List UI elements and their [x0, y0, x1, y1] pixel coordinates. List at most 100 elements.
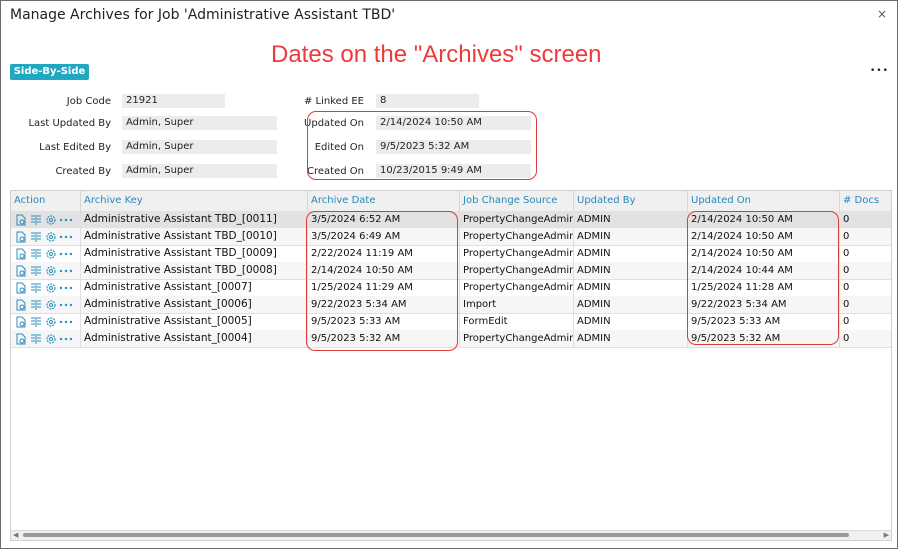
table-row[interactable]: Administrative Assistant_[0005] 9/5/2023 … — [11, 313, 891, 331]
horizontal-scrollbar[interactable]: ◀ ▶ — [11, 530, 891, 540]
cell-archive-date: 3/5/2024 6:49 AM — [308, 228, 460, 245]
view-icon[interactable] — [14, 264, 28, 278]
more-icon[interactable] — [59, 213, 73, 227]
updated-on-value: 2/14/2024 10:50 AM — [376, 116, 531, 130]
created-by-label: Created By — [55, 166, 111, 177]
edited-on-value: 9/5/2023 5:32 AM — [376, 140, 531, 154]
cell-action — [11, 245, 81, 262]
cell-action — [11, 211, 81, 228]
edited-on-label: Edited On — [314, 142, 364, 153]
view-icon[interactable] — [14, 213, 28, 227]
col-archive-key[interactable]: Archive Key — [81, 191, 308, 211]
cell-updated-by: ADMIN — [574, 211, 688, 228]
cell-archive-key: Administrative Assistant TBD_[0011] — [81, 211, 308, 228]
cell-action — [11, 330, 81, 347]
settings-icon[interactable] — [44, 230, 58, 244]
last-updated-by-label: Last Updated By — [28, 118, 111, 129]
cell-archive-key: Administrative Assistant TBD_[0008] — [81, 262, 308, 279]
cell-archive-key: Administrative Assistant TBD_[0009] — [81, 245, 308, 262]
compare-icon[interactable] — [29, 247, 43, 261]
compare-icon[interactable] — [29, 315, 43, 329]
settings-icon[interactable] — [44, 247, 58, 261]
cell-updated-by: ADMIN — [574, 330, 688, 347]
compare-icon[interactable] — [29, 281, 43, 295]
view-icon[interactable] — [14, 230, 28, 244]
view-icon[interactable] — [14, 315, 28, 329]
dialog-title: Manage Archives for Job 'Administrative … — [10, 7, 396, 23]
more-icon[interactable] — [59, 230, 73, 244]
settings-icon[interactable] — [44, 298, 58, 312]
settings-icon[interactable] — [44, 264, 58, 278]
cell-job-change-source: FormEdit — [460, 313, 574, 330]
cell-updated-by: ADMIN — [574, 279, 688, 296]
col-updated-by[interactable]: Updated By — [574, 191, 688, 211]
compare-icon[interactable] — [29, 230, 43, 244]
more-icon[interactable] — [59, 332, 73, 346]
cell-archive-date: 9/22/2023 5:34 AM — [308, 296, 460, 313]
side-by-side-button[interactable]: Side-By-Side — [10, 64, 89, 80]
col-action[interactable]: Action — [11, 191, 81, 211]
col-job-change-source[interactable]: Job Change Source — [460, 191, 574, 211]
cell-action — [11, 262, 81, 279]
cell-docs: 0 — [843, 299, 850, 310]
job-code-label: Job Code — [66, 96, 111, 107]
more-options-icon[interactable]: ••• — [870, 67, 889, 76]
cell-job-change-source: PropertyChangeAdmin — [460, 228, 574, 245]
cell-docs: 0 — [843, 333, 850, 344]
last-updated-by-value: Admin, Super — [122, 116, 277, 130]
cell-archive-date: 1/25/2024 11:29 AM — [308, 279, 460, 296]
settings-icon[interactable] — [44, 332, 58, 346]
view-icon[interactable] — [14, 332, 28, 346]
more-icon[interactable] — [59, 281, 73, 295]
cell-updated-on: 2/14/2024 10:50 AM — [688, 228, 840, 245]
cell-archive-date: 2/14/2024 10:50 AM — [308, 262, 460, 279]
table-row[interactable]: Administrative Assistant TBD_[0011] 3/5/2… — [11, 211, 891, 229]
table-row[interactable]: Administrative Assistant_[0004] 9/5/2023 … — [11, 330, 891, 348]
scroll-right-icon[interactable]: ▶ — [884, 531, 889, 540]
cell-archive-date: 3/5/2024 6:52 AM — [308, 211, 460, 228]
more-icon[interactable] — [59, 298, 73, 312]
compare-icon[interactable] — [29, 213, 43, 227]
grid-header: Action Archive Key Archive Date Job Chan… — [11, 191, 891, 212]
settings-icon[interactable] — [44, 213, 58, 227]
cell-archive-key: Administrative Assistant TBD_[0010] — [81, 228, 308, 245]
cell-archive-key: Administrative Assistant_[0006] — [81, 296, 308, 313]
cell-job-change-source: PropertyChangeAdmin — [460, 279, 574, 296]
table-row[interactable]: Administrative Assistant_[0006] 9/22/2023… — [11, 296, 891, 314]
compare-icon[interactable] — [29, 332, 43, 346]
linked-ee-label: # Linked EE — [304, 96, 364, 107]
cell-archive-date: 2/22/2024 11:19 AM — [308, 245, 460, 262]
col-updated-on[interactable]: Updated On — [688, 191, 840, 211]
cell-job-change-source: PropertyChangeAdmin — [460, 245, 574, 262]
view-icon[interactable] — [14, 247, 28, 261]
table-row[interactable]: Administrative Assistant TBD_[0010] 3/5/2… — [11, 228, 891, 246]
cell-docs: 0 — [843, 316, 850, 327]
updated-on-label: Updated On — [304, 118, 364, 129]
col-docs[interactable]: # Docs — [840, 191, 891, 211]
cell-updated-by: ADMIN — [574, 262, 688, 279]
scroll-left-icon[interactable]: ◀ — [13, 531, 18, 540]
settings-icon[interactable] — [44, 315, 58, 329]
cell-updated-on: 2/14/2024 10:44 AM — [688, 262, 840, 279]
view-icon[interactable] — [14, 281, 28, 295]
linked-ee-value: 8 — [376, 94, 479, 108]
cell-action — [11, 228, 81, 245]
cell-job-change-source: Import — [460, 296, 574, 313]
manage-archives-dialog: Manage Archives for Job 'Administrative … — [0, 0, 898, 549]
settings-icon[interactable] — [44, 281, 58, 295]
cell-updated-by: ADMIN — [574, 296, 688, 313]
table-row[interactable]: Administrative Assistant_[0007] 1/25/2024… — [11, 279, 891, 297]
more-icon[interactable] — [59, 264, 73, 278]
last-edited-by-label: Last Edited By — [39, 142, 111, 153]
close-icon[interactable]: × — [877, 7, 887, 21]
view-icon[interactable] — [14, 298, 28, 312]
more-icon[interactable] — [59, 247, 73, 261]
col-archive-date[interactable]: Archive Date — [308, 191, 460, 211]
cell-updated-on: 9/5/2023 5:32 AM — [688, 330, 840, 347]
compare-icon[interactable] — [29, 298, 43, 312]
compare-icon[interactable] — [29, 264, 43, 278]
more-icon[interactable] — [59, 315, 73, 329]
scrollbar-thumb[interactable] — [23, 533, 849, 537]
table-row[interactable]: Administrative Assistant TBD_[0008] 2/14/… — [11, 262, 891, 280]
table-row[interactable]: Administrative Assistant TBD_[0009] 2/22/… — [11, 245, 891, 263]
